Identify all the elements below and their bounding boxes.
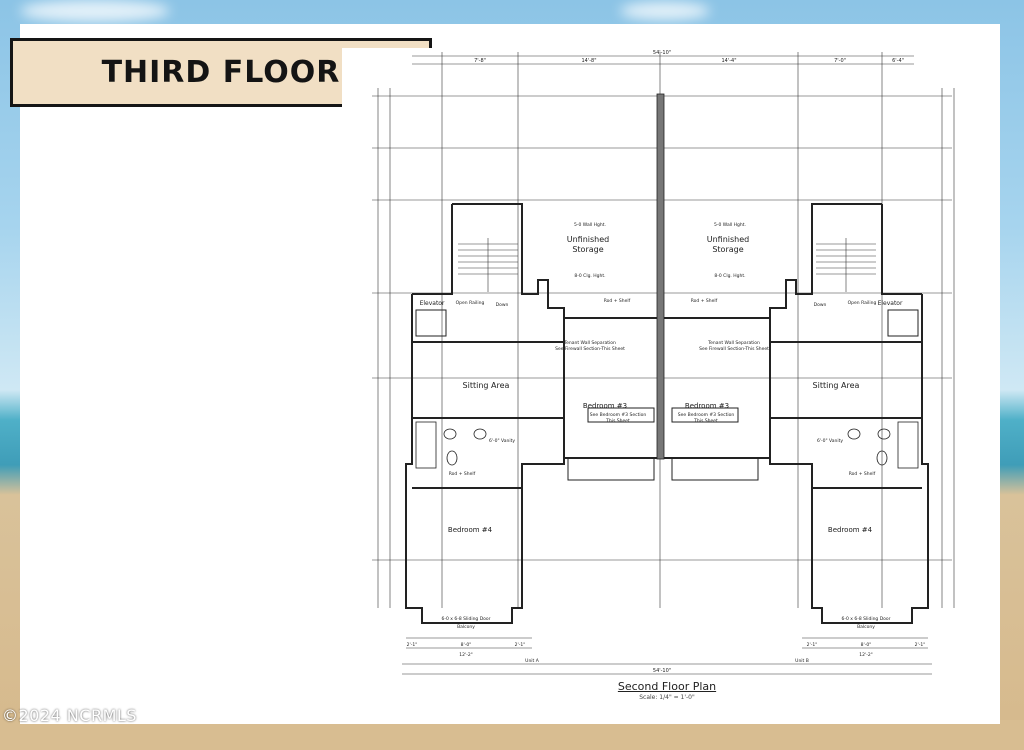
storage-right-line1: Unfinished bbox=[707, 235, 750, 244]
plan-scale: Scale: 1/4" = 1'-0" bbox=[639, 694, 695, 701]
elevator-left: Elevator bbox=[420, 300, 445, 307]
dim-top-2: 14'-8" bbox=[581, 58, 596, 64]
unit-left: Unit A bbox=[525, 658, 540, 664]
sliding-door-right: 6-0 x 6-8 Sliding Door bbox=[841, 616, 890, 622]
floor-plan-svg: Unfinished Storage Unfinished Storage Si… bbox=[372, 50, 955, 675]
tenant-sep-left-1: Tenant Wall Separation bbox=[563, 340, 616, 346]
vanity-right: 6'-0" Vanity bbox=[817, 438, 843, 444]
storage-right-line2: Storage bbox=[712, 245, 743, 254]
plan-title: Second Floor Plan bbox=[617, 680, 717, 693]
storage-left-line1: Unfinished bbox=[567, 235, 610, 244]
rod-shelf-bed4-left: Rod + Shelf bbox=[449, 471, 476, 477]
open-railing-left: Open Railing bbox=[456, 300, 485, 306]
dim-top-1: 7'-8" bbox=[474, 58, 486, 64]
storage-left-line2: Storage bbox=[572, 245, 603, 254]
dim-bottom-left-2: 8'-0" bbox=[461, 642, 472, 648]
dim-top-4: 7'-0" bbox=[834, 58, 846, 64]
unit-right: Unit B bbox=[795, 658, 809, 664]
dim-top-3: 14'-4" bbox=[721, 58, 736, 64]
down-left: Down bbox=[496, 302, 509, 308]
dim-bottom-left-4: 12'-2" bbox=[459, 652, 473, 658]
tenant-sep-left-2: See Firewall Section-This Sheet bbox=[555, 346, 625, 352]
elevator-right: Elevator bbox=[878, 300, 903, 307]
vanity-left: 6'-0" Vanity bbox=[489, 438, 515, 444]
overall-width-bottom: 54'-10" bbox=[653, 668, 671, 674]
overall-width-top: 54'-10" bbox=[653, 50, 671, 56]
down-right: Down bbox=[814, 302, 827, 308]
clg-hght-left: 8-0 Clg. Hght. bbox=[574, 273, 605, 279]
sitting-area-left: Sitting Area bbox=[463, 381, 510, 390]
balcony-left: Balcony bbox=[457, 624, 475, 630]
see-bedroom-left-1: See Bedroom #3 Section bbox=[590, 412, 647, 418]
balcony-right: Balcony bbox=[857, 624, 875, 630]
floor-plan-drawing: Unfinished Storage Unfinished Storage Si… bbox=[342, 48, 992, 710]
wall-hght-left: 5-0 Wall Hght. bbox=[574, 222, 606, 228]
dim-bottom-right-1: 2'-1" bbox=[807, 642, 818, 648]
sky-cloud bbox=[620, 2, 710, 20]
sliding-door-left: 6-0 x 6-8 Sliding Door bbox=[441, 616, 490, 622]
bedroom3-right: Bedroom #3 bbox=[685, 402, 729, 410]
sitting-area-right: Sitting Area bbox=[813, 381, 860, 390]
dim-bottom-left-3: 2'-1" bbox=[515, 642, 526, 648]
see-bedroom-right-2: This Sheet bbox=[693, 418, 718, 424]
tenant-sep-right-1: Tenant Wall Separation bbox=[707, 340, 760, 346]
open-railing-right: Open Railing bbox=[848, 300, 877, 306]
dim-bottom-right-4: 12'-2" bbox=[859, 652, 873, 658]
rod-shelf-left: Rod + Shelf bbox=[604, 298, 631, 304]
bedroom4-right: Bedroom #4 bbox=[828, 526, 873, 534]
sky-cloud bbox=[20, 0, 170, 22]
tenant-sep-right-2: See Firewall Section-This Sheet bbox=[699, 346, 769, 352]
rod-shelf-bed4-right: Rod + Shelf bbox=[849, 471, 876, 477]
see-bedroom-left-2: This Sheet bbox=[605, 418, 630, 424]
bedroom4-left: Bedroom #4 bbox=[448, 526, 493, 534]
dim-bottom-left-1: 2'-1" bbox=[407, 642, 418, 648]
dim-bottom-right-2: 8'-0" bbox=[861, 642, 872, 648]
rod-shelf-right: Rod + Shelf bbox=[691, 298, 718, 304]
bedroom3-left: Bedroom #3 bbox=[583, 402, 627, 410]
see-bedroom-right-1: See Bedroom #3 Section bbox=[678, 412, 735, 418]
dim-bottom-right-3: 2'-1" bbox=[915, 642, 926, 648]
beach-sand bbox=[0, 720, 1024, 750]
floor-title: Third Floor bbox=[101, 55, 341, 90]
clg-hght-right: 8-0 Clg. Hght. bbox=[714, 273, 745, 279]
wall-hght-right: 5-0 Wall Hght. bbox=[714, 222, 746, 228]
copyright-watermark: ©2024 NCRMLS bbox=[2, 706, 137, 725]
dim-top-5: 6'-4" bbox=[892, 58, 904, 64]
